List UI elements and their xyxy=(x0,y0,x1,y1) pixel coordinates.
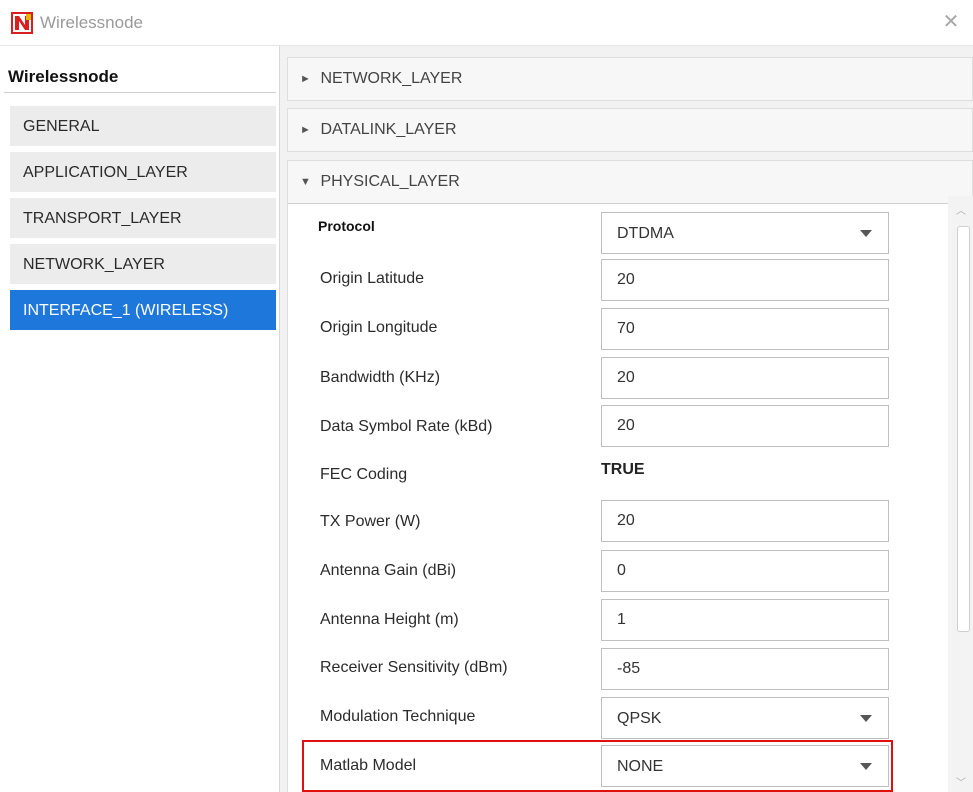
expand-arrow-icon: ► xyxy=(300,124,311,136)
protocol-value: DTDMA xyxy=(617,225,674,242)
tx-power-input[interactable] xyxy=(601,500,889,542)
window-title: Wirelessnode xyxy=(40,13,143,32)
receiver-sensitivity-input[interactable] xyxy=(601,648,889,690)
matlab-model-label: Matlab Model xyxy=(320,757,417,774)
data-symbol-rate-input[interactable] xyxy=(601,405,889,447)
protocol-dropdown[interactable]: DTDMA xyxy=(601,212,889,254)
origin-latitude-label: Origin Latitude xyxy=(320,270,425,287)
section-label: PHYSICAL_LAYER xyxy=(320,173,460,190)
data-symbol-rate-label: Data Symbol Rate (kBd) xyxy=(320,418,493,435)
sidebar: Wirelessnode GENERAL APPLICATION_LAYER T… xyxy=(0,46,280,792)
antenna-gain-input[interactable] xyxy=(601,550,889,592)
sidebar-item-general[interactable]: GENERAL xyxy=(10,106,276,146)
chevron-down-icon xyxy=(860,715,872,722)
sidebar-divider xyxy=(4,92,276,93)
modulation-technique-label: Modulation Technique xyxy=(320,708,476,725)
receiver-sensitivity-label: Receiver Sensitivity (dBm) xyxy=(320,659,508,676)
scroll-up-arrow-icon[interactable]: ︿ xyxy=(956,202,966,217)
sidebar-item-transport-layer[interactable]: TRANSPORT_LAYER xyxy=(10,198,276,238)
section-physical-layer[interactable]: ▼ PHYSICAL_LAYER xyxy=(287,160,973,204)
collapse-arrow-icon: ▼ xyxy=(300,176,311,188)
vertical-scrollbar[interactable]: ︿ ﹀ xyxy=(948,196,973,792)
antenna-height-input[interactable] xyxy=(601,599,889,641)
title-bar: Wirelessnode ✕ xyxy=(0,0,973,46)
protocol-label: Protocol xyxy=(318,218,375,234)
chevron-down-icon xyxy=(860,763,872,770)
origin-longitude-label: Origin Longitude xyxy=(320,319,438,336)
sidebar-header: Wirelessnode xyxy=(8,67,119,86)
sidebar-item-application-layer[interactable]: APPLICATION_LAYER xyxy=(10,152,276,192)
sidebar-item-network-layer[interactable]: NETWORK_LAYER xyxy=(10,244,276,284)
matlab-model-value: NONE xyxy=(617,758,664,775)
modulation-technique-dropdown[interactable]: QPSK xyxy=(601,697,889,739)
section-label: NETWORK_LAYER xyxy=(320,70,463,87)
scrollbar-thumb[interactable] xyxy=(957,226,970,632)
tx-power-label: TX Power (W) xyxy=(320,513,421,530)
modulation-technique-value: QPSK xyxy=(617,710,662,727)
close-icon[interactable]: ✕ xyxy=(939,10,963,34)
section-label: DATALINK_LAYER xyxy=(320,121,457,138)
section-network-layer[interactable]: ► NETWORK_LAYER xyxy=(287,57,973,101)
expand-arrow-icon: ► xyxy=(300,73,311,85)
antenna-gain-label: Antenna Gain (dBi) xyxy=(320,562,457,579)
sidebar-item-interface-1-wireless[interactable]: INTERFACE_1 (WIRELESS) xyxy=(10,290,276,330)
chevron-down-icon xyxy=(860,230,872,237)
antenna-height-label: Antenna Height (m) xyxy=(320,611,459,628)
fec-coding-label: FEC Coding xyxy=(320,466,408,483)
matlab-model-dropdown[interactable]: NONE xyxy=(601,745,889,787)
fec-coding-value: TRUE xyxy=(601,461,645,478)
bandwidth-label: Bandwidth (KHz) xyxy=(320,369,441,386)
bandwidth-input[interactable] xyxy=(601,357,889,399)
netsim-logo-icon xyxy=(11,12,33,34)
scroll-down-arrow-icon[interactable]: ﹀ xyxy=(956,774,966,789)
origin-latitude-input[interactable] xyxy=(601,259,889,301)
origin-longitude-input[interactable] xyxy=(601,308,889,350)
section-datalink-layer[interactable]: ► DATALINK_LAYER xyxy=(287,108,973,152)
